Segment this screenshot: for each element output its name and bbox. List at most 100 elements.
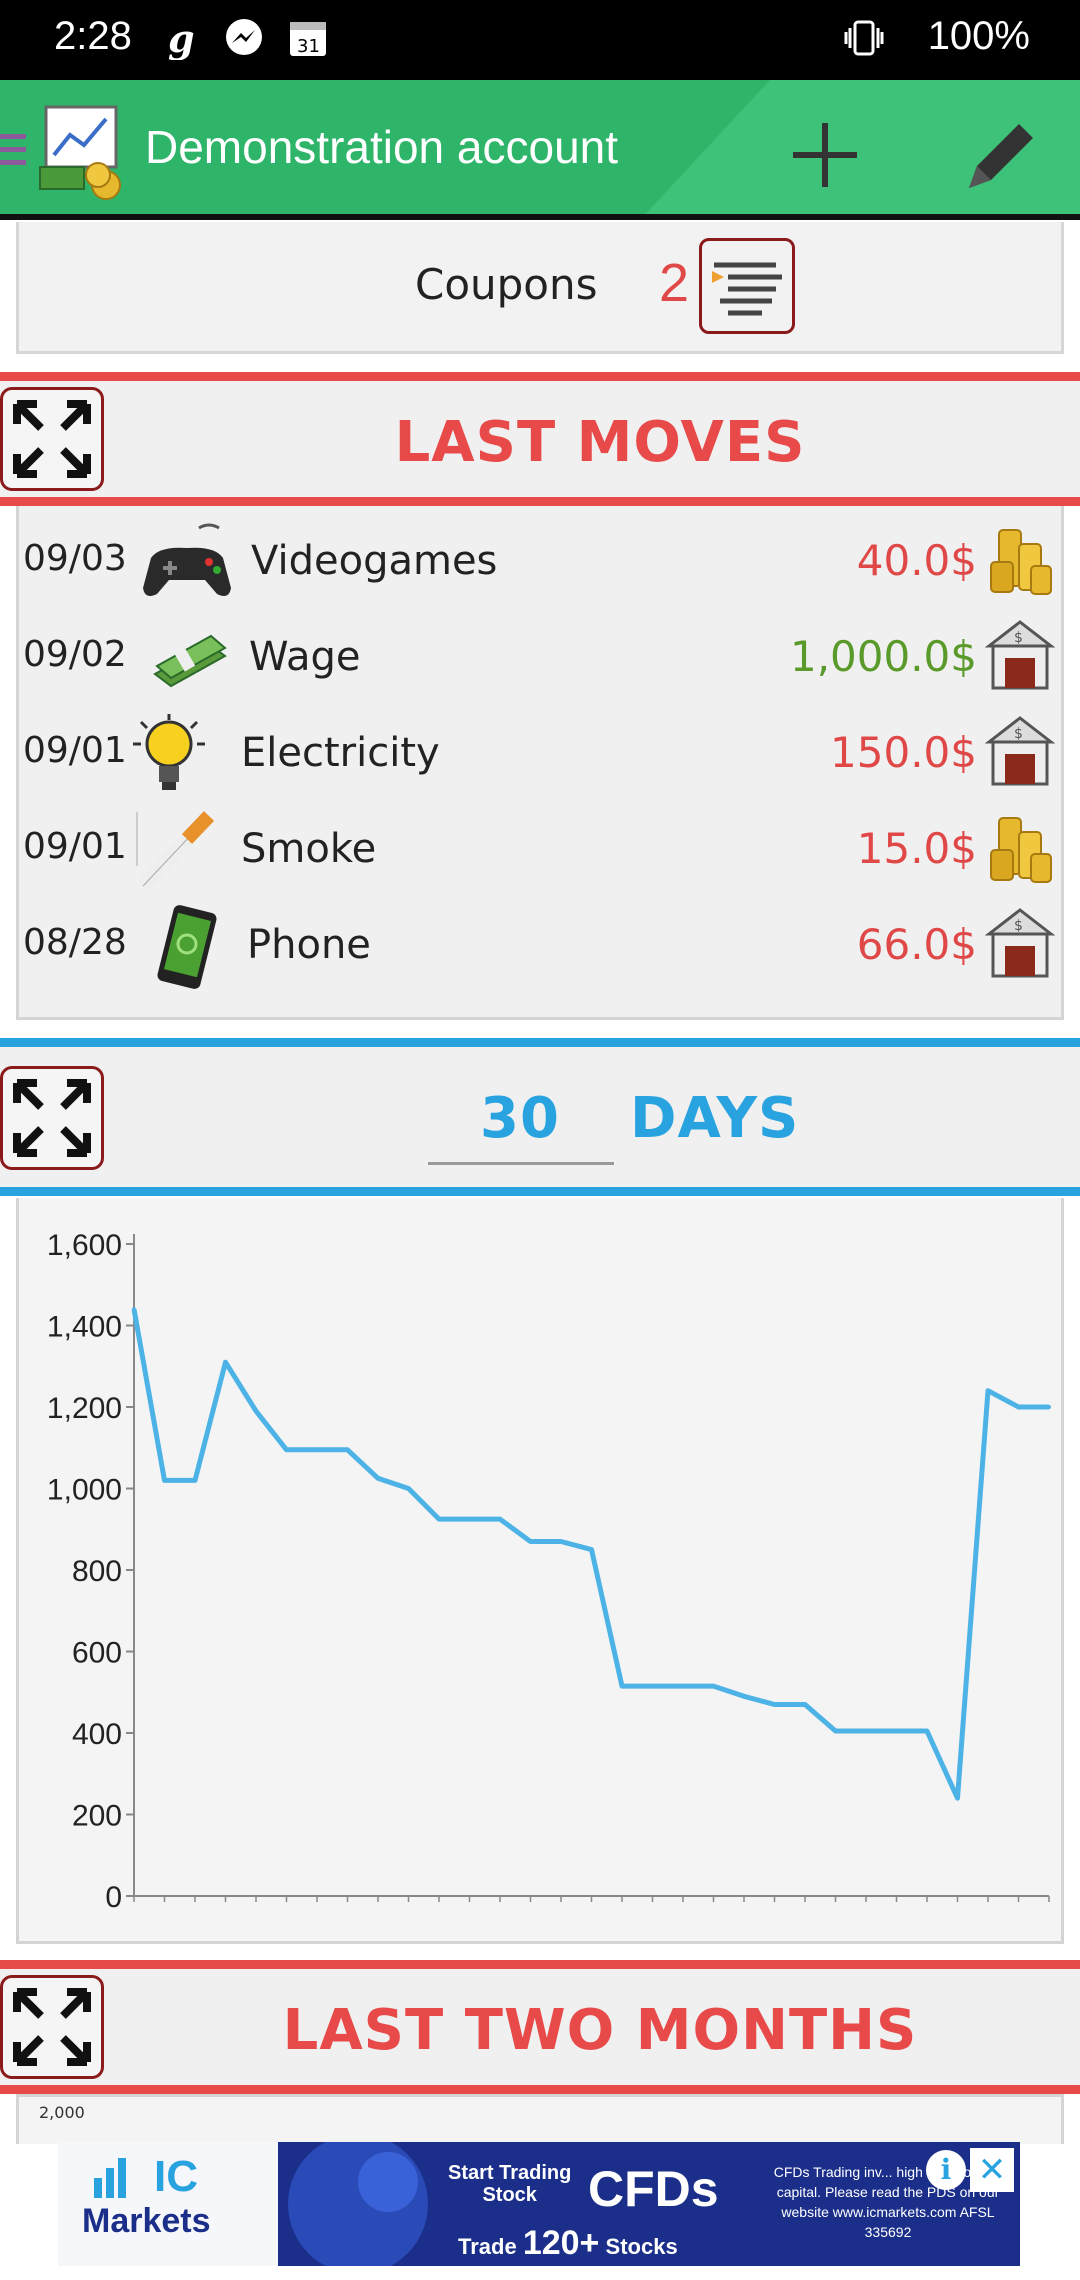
lightbulb-icon — [133, 714, 205, 790]
data-point — [986, 1388, 990, 1393]
move-date: 09/03 — [23, 538, 127, 579]
data-point — [864, 1728, 868, 1733]
data-point — [650, 1684, 655, 1689]
ad-trade-line: Trade 120+ Stocks — [458, 2224, 678, 2263]
calendar-icon: 31 — [290, 22, 326, 57]
messenger-icon — [226, 19, 262, 55]
data-point — [894, 1728, 899, 1733]
data-point — [925, 1728, 929, 1733]
balance-series-line — [131, 1308, 1049, 1801]
data-point — [467, 1517, 472, 1522]
move-row[interactable]: 09/01 Electricity 150.0$ $ — [19, 706, 1067, 802]
y-tick-label: 1,000 — [47, 1474, 122, 1507]
move-amount: 150.0$ — [830, 728, 977, 777]
last-moves-title: LAST MOVES — [394, 410, 806, 475]
data-point — [1016, 1405, 1021, 1409]
section-divider-bottom — [0, 1187, 1080, 1196]
section-divider-bottom — [0, 497, 1080, 506]
move-date: 08/28 — [23, 922, 127, 963]
expand-last-moves-button[interactable] — [0, 387, 104, 491]
data-point — [772, 1702, 777, 1707]
app-bar: Demonstration account — [0, 80, 1080, 220]
status-time: 2:28 — [54, 14, 132, 58]
chart-svg: 0 200 400 600 800 1,000 1,200 1,400 1,600 — [47, 1229, 1051, 1914]
coupons-list-icon — [712, 262, 782, 316]
ad-brand-top: IC — [154, 2152, 198, 2201]
move-row[interactable]: 08/28 Phone 66.0$ $ — [19, 898, 1067, 994]
section-divider-top — [0, 1960, 1080, 1969]
battery-level: 100% — [927, 14, 1030, 58]
last-moves-list: 09/03 Videogames 40.0$ 09/02 Wage 1,000.… — [16, 506, 1064, 1020]
last-two-months-title: LAST TWO MONTHS — [282, 1998, 918, 2063]
balance-chart: 0 200 400 600 800 1,000 1,200 1,400 1,600 — [16, 1198, 1064, 1944]
data-point — [833, 1728, 838, 1733]
days-count-input[interactable]: 30 — [430, 1086, 610, 1151]
move-category: Videogames — [251, 538, 498, 584]
coupons-list-button[interactable] — [699, 238, 795, 334]
y-tick-label: 1,200 — [47, 1392, 122, 1425]
coins-icon — [990, 529, 1052, 595]
move-amount: 66.0$ — [856, 920, 977, 969]
last-moves-header: LAST MOVES — [0, 372, 1080, 506]
ad-brand-bottom: Markets — [82, 2202, 211, 2240]
data-point — [803, 1702, 807, 1707]
svg-text:$: $ — [1014, 630, 1023, 646]
data-point — [223, 1360, 228, 1365]
data-point — [742, 1694, 746, 1699]
section-divider-top — [0, 1038, 1080, 1047]
menu-icon[interactable] — [0, 130, 30, 170]
data-point — [437, 1517, 441, 1522]
last-two-months-header: LAST TWO MONTHS — [0, 1960, 1080, 2094]
ad-stocks-count: 120+ — [522, 2224, 600, 2262]
data-point — [254, 1409, 258, 1414]
status-bar: 2:28 g 31 100% — [0, 0, 1080, 80]
section-divider-bottom — [0, 2085, 1080, 2094]
days-header: 30 DAYS — [0, 1038, 1080, 1196]
coupons-label: Coupons — [415, 260, 598, 309]
data-point — [711, 1684, 716, 1689]
bank-icon: $ — [985, 620, 1055, 690]
add-icon[interactable] — [785, 115, 865, 195]
coupons-panel: Coupons 2 — [16, 222, 1064, 354]
ad-stock: Stock — [482, 2184, 537, 2206]
move-row[interactable]: 09/03 Videogames 40.0$ — [19, 514, 1067, 610]
ad-close-icon[interactable]: ✕ — [970, 2148, 1014, 2192]
ad-banner[interactable]: IC Markets Start Trading Stock CFDs Trad… — [58, 2142, 1020, 2266]
move-date: 09/01 — [23, 730, 127, 771]
data-point — [132, 1307, 136, 1312]
partial-chart-tick: 2,000 — [39, 2103, 85, 2122]
y-tick-label: 200 — [72, 1800, 122, 1833]
move-row[interactable]: 09/02 Wage 1,000.0$ $ — [19, 610, 1067, 706]
expand-two-months-button[interactable] — [0, 1975, 104, 2079]
svg-text:$: $ — [1014, 918, 1023, 934]
edit-pencil-icon[interactable] — [955, 110, 1045, 200]
data-point — [681, 1684, 685, 1689]
data-point — [1047, 1405, 1051, 1409]
bank-icon: $ — [985, 908, 1055, 978]
move-row[interactable]: 09/01 Smoke 15.0$ — [19, 802, 1067, 898]
svg-text:$: $ — [1014, 726, 1023, 742]
days-label: DAYS — [630, 1086, 800, 1151]
data-point — [498, 1517, 502, 1522]
move-amount: 40.0$ — [856, 536, 977, 585]
bank-icon: $ — [985, 716, 1055, 786]
move-amount: 1,000.0$ — [789, 632, 977, 681]
data-point — [528, 1539, 533, 1544]
svg-text:g: g — [168, 16, 195, 60]
y-tick-label: 400 — [72, 1718, 122, 1751]
data-point — [284, 1447, 289, 1452]
move-amount: 15.0$ — [856, 824, 977, 873]
y-tick-label: 800 — [72, 1555, 122, 1588]
data-point — [376, 1476, 380, 1481]
move-category: Electricity — [241, 730, 440, 776]
ad-trade: Trade — [458, 2234, 517, 2259]
coins-icon — [990, 817, 1052, 883]
app-logo-icon — [39, 105, 121, 200]
notification-g-icon: g — [168, 16, 195, 60]
expand-chart-button[interactable] — [0, 1066, 104, 1170]
data-point — [162, 1478, 167, 1483]
days-input-underline — [428, 1162, 614, 1165]
coupons-count: 2 — [659, 253, 690, 313]
ad-info-icon[interactable]: i — [926, 2150, 966, 2190]
account-title: Demonstration account — [145, 121, 619, 173]
